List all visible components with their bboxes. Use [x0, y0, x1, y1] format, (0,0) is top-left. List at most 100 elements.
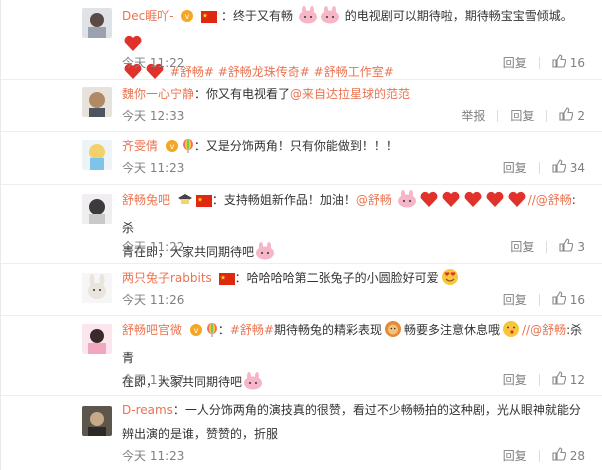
- thumbs-up-icon: [552, 54, 570, 71]
- like-count: 16: [569, 292, 585, 307]
- vip-badge-icon: v: [189, 321, 203, 345]
- avatar[interactable]: [82, 194, 112, 224]
- reply-button[interactable]: 回复: [503, 371, 527, 388]
- kiss-face-icon: [501, 320, 521, 346]
- reply-button[interactable]: 回复: [503, 291, 527, 308]
- report-button[interactable]: 举报: [461, 107, 485, 124]
- thumbs-up-icon: [552, 371, 570, 388]
- comment-text: 畅要多注意休息哦: [404, 323, 501, 337]
- reply-button[interactable]: 回复: [510, 238, 534, 255]
- thumbs-up-icon: [552, 159, 570, 176]
- timestamp: 今天 11:23: [122, 449, 185, 463]
- reply-button[interactable]: 回复: [503, 54, 527, 71]
- comment-text: ：: [217, 323, 230, 337]
- comment-text: ：又是分饰两角！只有你能做到！！！: [193, 139, 398, 153]
- comment-body: Dec睚吖- v ：终于又有畅 的电视剧可以期待啦，期待畅宝宝雪倾城。 #舒畅#…: [122, 4, 585, 88]
- divider: [546, 109, 548, 122]
- reply-button[interactable]: 回复: [510, 107, 534, 124]
- username[interactable]: 齐雯倩: [122, 139, 158, 153]
- topic-tag[interactable]: #舒畅#: [230, 323, 274, 337]
- username[interactable]: 两只兔子rabbits: [122, 271, 212, 285]
- timestamp: 今天 11:22: [122, 240, 185, 254]
- divider: [538, 161, 540, 174]
- china-flag-icon: [195, 191, 212, 215]
- avatar[interactable]: [82, 273, 112, 303]
- avatar[interactable]: [82, 140, 112, 170]
- svg-text:v: v: [193, 326, 198, 335]
- divider: [538, 293, 540, 306]
- thumbs-up-icon: [552, 291, 570, 308]
- lion-icon: [383, 320, 403, 346]
- comment-meta: 今天 11:23 回复 34: [122, 159, 585, 179]
- avatar[interactable]: [82, 324, 112, 354]
- grad-cap-icon: [177, 191, 193, 215]
- timestamp: 今天 11:26: [122, 293, 185, 307]
- like-button[interactable]: 16: [552, 291, 585, 308]
- heart-icon: [463, 190, 483, 216]
- like-count: 16: [569, 55, 585, 70]
- like-button[interactable]: 16: [552, 54, 585, 71]
- comment-meta: 今天 11:22 回复 16: [122, 54, 585, 74]
- vip-badge-icon: v: [165, 137, 179, 161]
- like-button[interactable]: 3: [559, 238, 585, 255]
- username[interactable]: Dec睚吖-: [122, 9, 174, 23]
- comment-text: ：哈哈哈哈第二张兔子的小圆脸好可爱: [234, 271, 439, 285]
- comment-item: 齐雯倩 v ：又是分饰两角！只有你能做到！！！ 今天 11:23 回复 34: [1, 132, 602, 185]
- comment-item: 魏你一心宁静：你又有电视看了@来自达拉星球的范范 今天 12:33 举报 回复 …: [1, 80, 602, 132]
- pink-bunny-icon: [397, 190, 417, 216]
- comment-text: ：终于又有畅: [221, 9, 294, 23]
- reply-button[interactable]: 回复: [503, 447, 527, 464]
- username[interactable]: D-reams: [122, 403, 173, 417]
- comment-meta: 今天 11:23 回复 28: [122, 447, 585, 467]
- user-mention[interactable]: //@舒畅: [528, 193, 572, 207]
- pink-bunny-icon: [320, 6, 340, 32]
- user-mention[interactable]: @舒畅: [356, 193, 392, 207]
- comment-item: D-reams：一人分饰两角的演技真的很赞，看过不少畅畅拍的这种剧，光从眼神就能…: [1, 396, 602, 470]
- divider: [538, 449, 540, 462]
- like-count: 3: [577, 239, 585, 254]
- timestamp: 今天 11:27: [122, 373, 185, 387]
- comment-item: 舒畅吧官微 v ：#舒畅#期待畅兔的精彩表现 畅要多注意休息哦//@舒畅:杀青 在即…: [1, 316, 602, 396]
- rainbow-balloon-icon: [182, 137, 194, 161]
- heart-icon: [441, 190, 461, 216]
- svg-text:v: v: [169, 142, 174, 151]
- thumbs-up-icon: [552, 447, 570, 464]
- china-flag-icon: [218, 269, 235, 293]
- avatar[interactable]: [82, 406, 112, 436]
- divider: [538, 56, 540, 69]
- pink-bunny-icon: [298, 6, 318, 32]
- comment-body: 两只兔子rabbits ：哈哈哈哈第二张兔子的小圆脸好可爱: [122, 266, 585, 294]
- comment-text: ：支持畅姐新作品！加油！: [211, 193, 356, 207]
- user-mention[interactable]: //@舒畅: [522, 323, 566, 337]
- comment-text: ：你又有电视看了: [194, 87, 291, 101]
- divider: [546, 240, 548, 253]
- comment-meta: 今天 12:33 举报 回复 2: [122, 107, 585, 127]
- comment-meta: 今天 11:22 回复 3: [122, 238, 585, 258]
- heart-icon: [419, 190, 439, 216]
- reply-button[interactable]: 回复: [503, 159, 527, 176]
- avatar[interactable]: [82, 8, 112, 38]
- like-count: 2: [577, 108, 585, 123]
- comment-text: ：一人分饰两角的演技真的很赞，看过不少畅畅拍的这种剧，光从眼神就能分辨出演的是谁…: [122, 403, 581, 441]
- like-count: 12: [569, 372, 585, 387]
- timestamp: 今天 12:33: [122, 109, 185, 123]
- vip-badge-icon: v: [180, 7, 194, 31]
- timestamp: 今天 11:23: [122, 161, 185, 175]
- username[interactable]: 舒畅兔吧: [122, 193, 170, 207]
- username[interactable]: 魏你一心宁静: [122, 87, 194, 101]
- like-button[interactable]: 2: [559, 107, 585, 124]
- divider: [497, 109, 499, 122]
- thumbs-up-icon: [559, 238, 577, 255]
- avatar[interactable]: [82, 87, 112, 117]
- divider: [538, 373, 540, 386]
- comment-meta: 今天 11:26 回复 16: [122, 291, 585, 311]
- user-mention[interactable]: @来自达拉星球的范范: [290, 87, 410, 101]
- heart-icon: [485, 190, 505, 216]
- comment-feed: Dec睚吖- v ：终于又有畅 的电视剧可以期待啦，期待畅宝宝雪倾城。 #舒畅#…: [0, 0, 602, 470]
- username[interactable]: 舒畅吧官微: [122, 323, 182, 337]
- like-button[interactable]: 12: [552, 371, 585, 388]
- comment-body: 齐雯倩 v ：又是分饰两角！只有你能做到！！！: [122, 134, 585, 161]
- like-button[interactable]: 34: [552, 159, 585, 176]
- like-button[interactable]: 28: [552, 447, 585, 464]
- comment-text: 期待畅兔的精彩表现: [273, 323, 382, 337]
